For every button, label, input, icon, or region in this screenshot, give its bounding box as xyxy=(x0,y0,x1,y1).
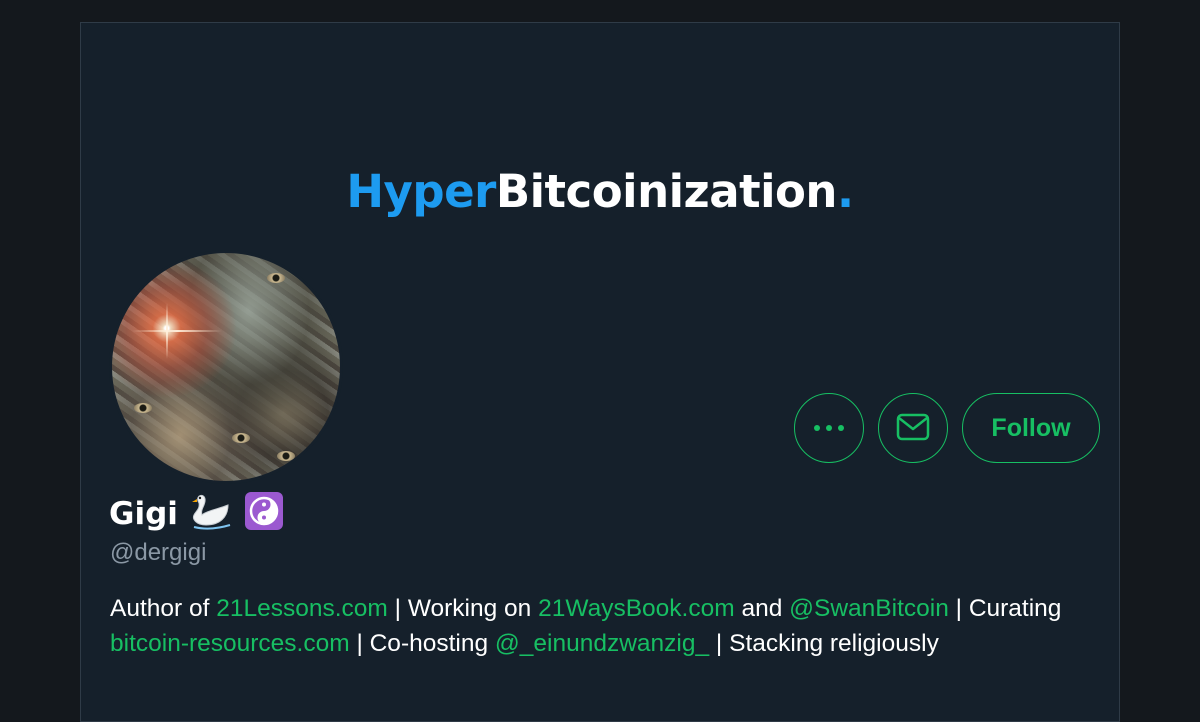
display-name: Gigi xyxy=(109,495,178,532)
bio-text: | Stacking religiously xyxy=(709,630,939,657)
lens-flare xyxy=(132,330,222,332)
bio-text: Author of xyxy=(110,595,217,622)
user-handle: @dergigi xyxy=(110,539,207,566)
more-options-button[interactable] xyxy=(794,393,864,463)
link-21lessons[interactable]: 21Lessons.com xyxy=(216,595,388,622)
envelope-icon xyxy=(896,413,930,444)
mention-swanbitcoin[interactable]: @SwanBitcoin xyxy=(789,595,949,622)
profile-card: HyperBitcoinization. Follow Gigi @dergig… xyxy=(80,22,1120,722)
avatar-eye xyxy=(232,433,250,443)
banner-title-dot: . xyxy=(836,165,854,218)
profile-bio: Author of 21Lessons.com | Working on 21W… xyxy=(110,591,1110,661)
banner-title-bitcoinization: Bitcoinization xyxy=(495,165,838,218)
message-button[interactable] xyxy=(878,393,948,463)
avatar-eye xyxy=(267,273,285,283)
lens-flare-vertical xyxy=(166,303,168,359)
avatar-eye xyxy=(277,451,295,461)
yin-yang-icon xyxy=(244,491,284,536)
banner-title-hyper: Hyper xyxy=(346,165,496,218)
bio-text: | Working on xyxy=(387,595,539,622)
more-horizontal-icon xyxy=(812,421,846,436)
link-21waysbook[interactable]: 21WaysBook.com xyxy=(538,595,735,622)
bio-text: | Curating xyxy=(948,595,1062,622)
swan-icon xyxy=(188,491,234,536)
follow-button[interactable]: Follow xyxy=(962,393,1100,463)
mention-einundzwanzig[interactable]: @_einundzwanzig_ xyxy=(495,630,709,657)
display-name-row: Gigi xyxy=(109,491,284,536)
banner-title: HyperBitcoinization. xyxy=(81,165,1119,218)
bio-text: and xyxy=(734,595,790,622)
avatar[interactable] xyxy=(109,250,343,484)
bio-text: | Co-hosting xyxy=(349,630,495,657)
link-bitcoin-resources[interactable]: bitcoin-resources.com xyxy=(110,630,350,657)
avatar-eye xyxy=(134,403,152,413)
